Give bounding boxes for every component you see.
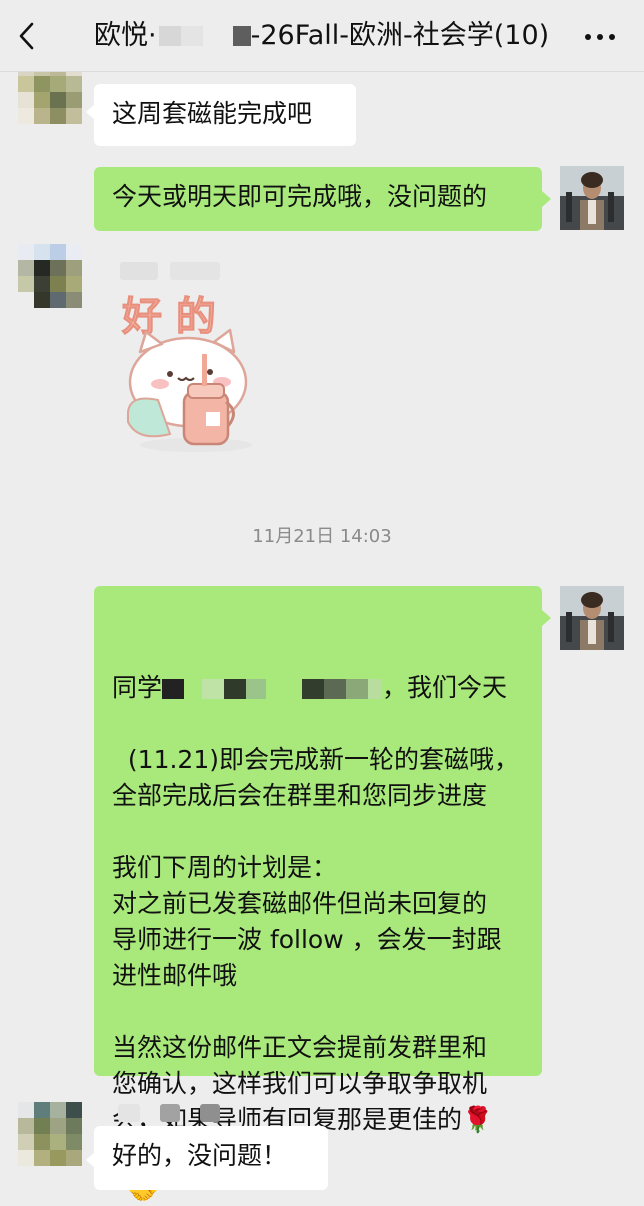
message-timestamp: 11月21日 14:03 (252, 526, 392, 547)
redacted-name (162, 679, 185, 699)
redacted-name (346, 679, 369, 699)
sticker-cat-ok[interactable]: 好 的 (118, 282, 268, 462)
bubble-tail (542, 610, 551, 626)
redacted-name (368, 679, 383, 699)
chat-title-suffix: -26Fall-欧洲-社会学(10) (250, 20, 550, 51)
avatar-self[interactable] (560, 586, 624, 650)
redacted-name (266, 679, 303, 699)
cat-sticker-icon: 好 的 (121, 294, 252, 452)
message-greeting: 同学 (112, 673, 163, 702)
redacted-sender-name (160, 1104, 180, 1122)
title-redaction (232, 26, 251, 46)
rose-emoji: 🌹 (462, 1105, 494, 1134)
message-bubble-received[interactable]: 好的，没问题！ (94, 1126, 328, 1190)
chat-title-prefix: 欧悦· (94, 20, 157, 51)
avatar-photo-icon (560, 166, 624, 230)
message-first-line-end: ，我们今天 (382, 673, 508, 702)
message-body: (11.21)即会完成新一轮的套磁哦， 全部完成后会在群里和您同步进度 我们下周… (112, 745, 519, 1134)
message-bubble-sent-long[interactable]: 同学 ，我们今天 (11.21)即会完成新一轮的套磁哦， 全部完成后会在群里和您同… (94, 586, 542, 1206)
more-button[interactable] (580, 22, 620, 52)
title-redaction (202, 26, 225, 46)
redacted-name (202, 679, 225, 699)
avatar-sender-2[interactable] (18, 244, 82, 308)
bubble-tail (542, 191, 551, 207)
more-dots-icon (585, 34, 615, 40)
redacted-name (184, 679, 203, 699)
sticker-text: 好 的 (121, 294, 216, 340)
message-first-line: 同学 ，我们今天 (112, 670, 524, 706)
message-bubble-sent[interactable]: 今天或明天即可完成哦，没问题的 (94, 167, 542, 231)
redacted-sender-name (118, 1104, 140, 1122)
chat-header: 欧悦· -26Fall-欧洲-社会学(10) (0, 0, 644, 72)
avatar-self[interactable] (560, 166, 624, 230)
redacted-sender-name (170, 262, 220, 280)
back-button[interactable] (10, 16, 46, 56)
chevron-left-icon (19, 22, 34, 50)
title-redaction (158, 26, 181, 46)
redacted-name (224, 679, 247, 699)
redacted-name (246, 679, 267, 699)
redacted-name (302, 679, 325, 699)
message-bubble-received[interactable]: 这周套磁能完成吧 (94, 84, 356, 146)
redacted-sender-name (200, 1104, 220, 1122)
avatar-sender-3[interactable] (18, 1102, 82, 1166)
redacted-name (324, 679, 347, 699)
redacted-sender-name (120, 262, 158, 280)
avatar-photo-icon (560, 586, 624, 650)
chat-title: 欧悦· -26Fall-欧洲-社会学(10) (94, 16, 549, 56)
title-redaction (180, 26, 203, 46)
